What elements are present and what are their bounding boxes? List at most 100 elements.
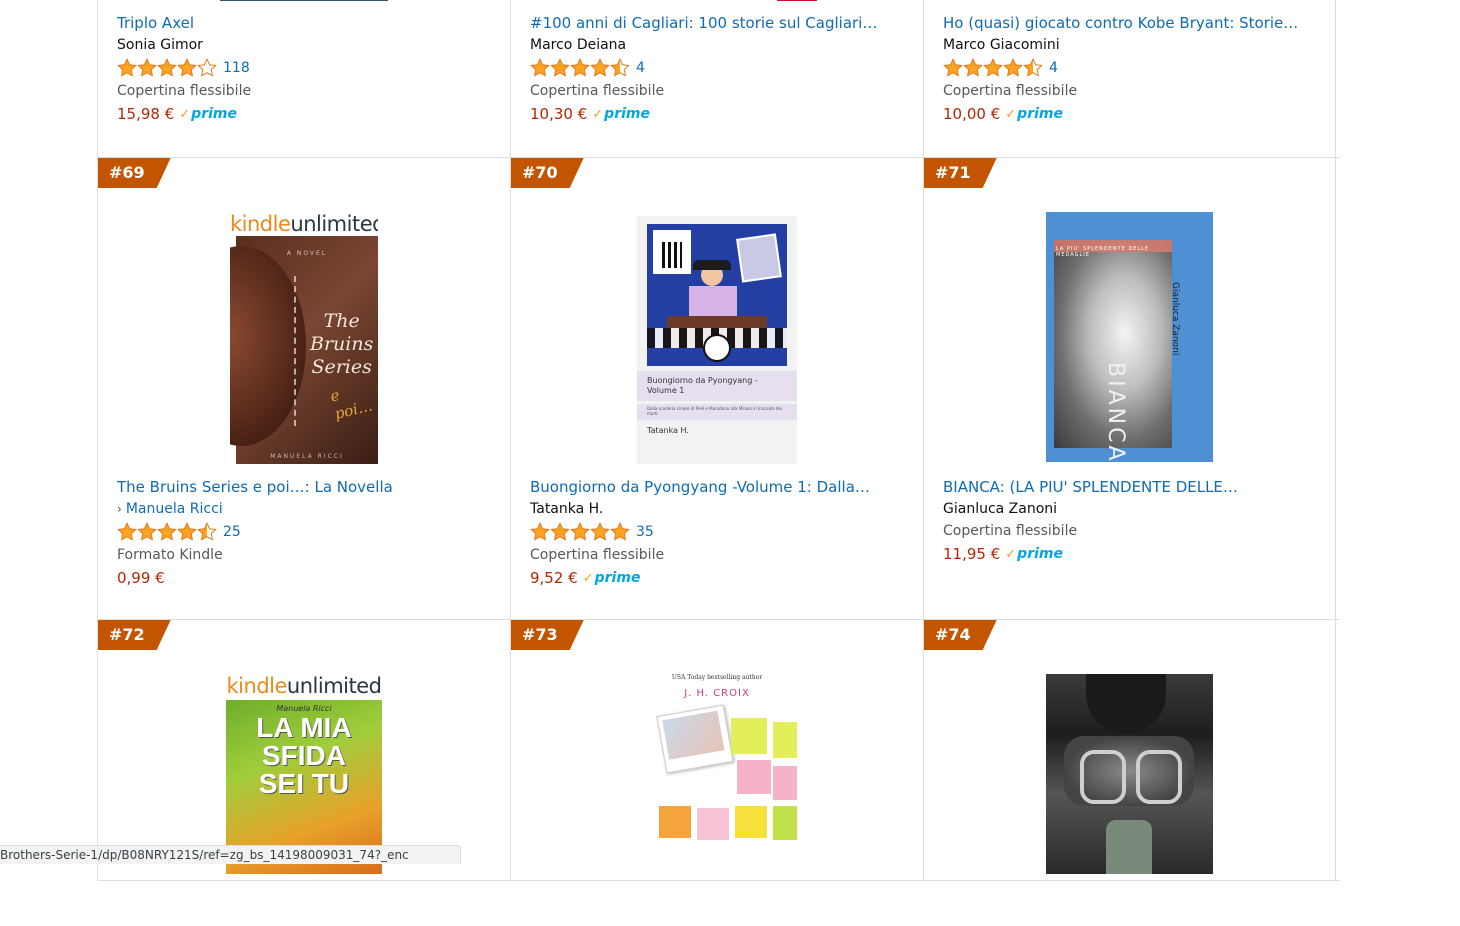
star-icon [550, 58, 570, 77]
star-icon [550, 522, 570, 541]
product-rating[interactable]: 4 [943, 56, 1321, 80]
product-card: #70 Buongiorno da Pyongyang - Volume 1 D… [510, 158, 923, 619]
star-icon [1023, 58, 1043, 77]
product-card: #72 kindleunlimited Manuela Ricci LA MIA… [97, 620, 510, 880]
rank-badge: #71 [924, 158, 997, 188]
product-card: #71 LA PIU' SPLENDENTE DELLE MEDAGLIE BI… [923, 158, 1336, 619]
book-cover-sfida[interactable]: kindleunlimited Manuela Ricci LA MIA SFI… [224, 674, 384, 874]
product-format: Copertina flessibile [943, 83, 1078, 99]
prime-badge: ✓ prime [1005, 106, 1063, 122]
cover-tagline: LA PIU' SPLENDENTE DELLE MEDAGLIE [1056, 246, 1150, 258]
cover-bottom-edge[interactable] [777, 0, 817, 1]
product-author: Sonia Gimor [117, 37, 203, 53]
product-card: #74 [923, 620, 1336, 880]
prime-check-icon: ✓ [1005, 106, 1017, 122]
product-row: #72 kindleunlimited Manuela Ricci LA MIA… [97, 620, 1339, 881]
product-price: 0,99 € [117, 569, 165, 587]
review-count[interactable]: 35 [636, 524, 654, 540]
product-rating[interactable]: 35 [530, 520, 909, 544]
star-icon [197, 522, 217, 541]
star-icon [177, 522, 197, 541]
product-row: #69 kindleunlimited A NOVEL The Bruins S… [97, 158, 1339, 620]
product-price: 11,95 € [943, 545, 1001, 563]
product-author: Marco Deiana [530, 37, 627, 53]
product-card: Ho (quasi) giocato contro Kobe Bryant: S… [923, 0, 1336, 157]
star-icon [137, 58, 157, 77]
star-icon [570, 522, 590, 541]
star-icon [610, 522, 630, 541]
book-cover-croix[interactable]: USA Today bestselling author J. H. CROIX [637, 674, 797, 874]
cover-bottom-edge[interactable] [220, 0, 388, 1]
cover-title-line: SEI TU [258, 768, 350, 799]
product-card: #69 kindleunlimited A NOVEL The Bruins S… [97, 158, 510, 619]
cover-tag: A NOVEL [286, 250, 328, 257]
cover-author: Tatanka H. [647, 426, 689, 435]
product-author: Marco Giacomini [943, 37, 1060, 53]
product-price: 10,00 € [943, 105, 1001, 123]
cover-title-line: Series [311, 356, 372, 378]
book-cover-pyongyang[interactable]: Buongiorno da Pyongyang - Volume 1 Dalla… [637, 216, 797, 464]
star-rating-icon [117, 522, 217, 542]
product-format: Copertina flessibile [117, 83, 252, 99]
cover-title-line: LA MIA [256, 712, 352, 743]
cover-title-line: Bruins [310, 333, 374, 355]
product-title[interactable]: Ho (quasi) giocato contro Kobe Bryant: S… [943, 12, 1303, 34]
product-author: Tatanka H. [530, 501, 604, 517]
cover-author: MANUELA RICCI [270, 453, 344, 460]
product-price: 10,30 € [530, 105, 588, 123]
cover-title-line: The [323, 310, 360, 332]
star-icon [983, 58, 1003, 77]
cover-tagline: USA Today bestselling author [671, 674, 763, 681]
product-format: Copertina flessibile [530, 547, 665, 563]
product-title[interactable]: The Bruins Series e poi…: La Novella [117, 476, 477, 498]
star-icon [137, 522, 157, 541]
rank-badge: #70 [511, 158, 584, 188]
product-title[interactable]: #100 anni di Cagliari: 100 storie sul Ca… [530, 12, 890, 34]
product-rating[interactable]: 118 [117, 56, 496, 80]
review-count[interactable]: 4 [636, 60, 645, 76]
star-rating-icon [943, 58, 1043, 78]
prime-check-icon: ✓ [1005, 546, 1017, 562]
star-rating-icon [530, 58, 630, 78]
product-author: Gianluca Zanoni [943, 501, 1058, 517]
book-cover-bianca[interactable]: LA PIU' SPLENDENTE DELLE MEDAGLIE BIANCA… [1046, 212, 1213, 462]
star-icon [590, 58, 610, 77]
chevron-right-icon: › [117, 502, 122, 516]
rank-badge: #69 [98, 158, 171, 188]
prime-badge: ✓ prime [582, 570, 641, 586]
cover-subtitle: e poi… [328, 385, 375, 424]
star-rating-icon [117, 58, 217, 78]
product-price: 15,98 € [117, 105, 175, 123]
star-icon [963, 58, 983, 77]
kindle-unlimited-logo: kindleunlimited [226, 674, 382, 698]
star-icon [610, 58, 630, 77]
book-cover-74[interactable] [1046, 674, 1213, 874]
cover-author: Gianluca Zanoni [1170, 282, 1180, 356]
bestseller-grid: Triplo Axel Sonia Gimor 118 Copertina fl… [97, 0, 1339, 881]
star-icon [197, 58, 217, 77]
star-icon [157, 58, 177, 77]
product-title[interactable]: Triplo Axel [117, 12, 477, 34]
review-count[interactable]: 4 [1049, 60, 1058, 76]
cover-author: J. H. CROIX [684, 688, 750, 699]
star-icon [570, 58, 590, 77]
star-icon [157, 522, 177, 541]
product-rating[interactable]: 25 [117, 520, 496, 544]
product-card: Triplo Axel Sonia Gimor 118 Copertina fl… [97, 0, 510, 157]
product-rating[interactable]: 4 [530, 56, 909, 80]
prime-check-icon: ✓ [582, 570, 594, 586]
cover-title: BIANCA [1103, 362, 1128, 462]
review-count[interactable]: 25 [223, 524, 241, 540]
star-icon [1003, 58, 1023, 77]
cover-title: Buongiorno da Pyongyang - Volume 1 [647, 376, 758, 395]
product-title[interactable]: Buongiorno da Pyongyang -Volume 1: Dalla… [530, 476, 890, 498]
kindle-unlimited-logo: kindleunlimited [230, 212, 378, 236]
product-price: 9,52 € [530, 569, 578, 587]
product-title[interactable]: BIANCA: (LA PIU' SPLENDENTE DELLE… [943, 476, 1303, 498]
product-card: #73 USA Today bestselling author J. H. C… [510, 620, 923, 880]
star-icon [943, 58, 963, 77]
star-rating-icon [530, 522, 630, 542]
book-cover-bruins[interactable]: kindleunlimited A NOVEL The Bruins Serie… [230, 212, 378, 464]
review-count[interactable]: 118 [223, 60, 250, 76]
product-author[interactable]: › Manuela Ricci [117, 498, 496, 520]
